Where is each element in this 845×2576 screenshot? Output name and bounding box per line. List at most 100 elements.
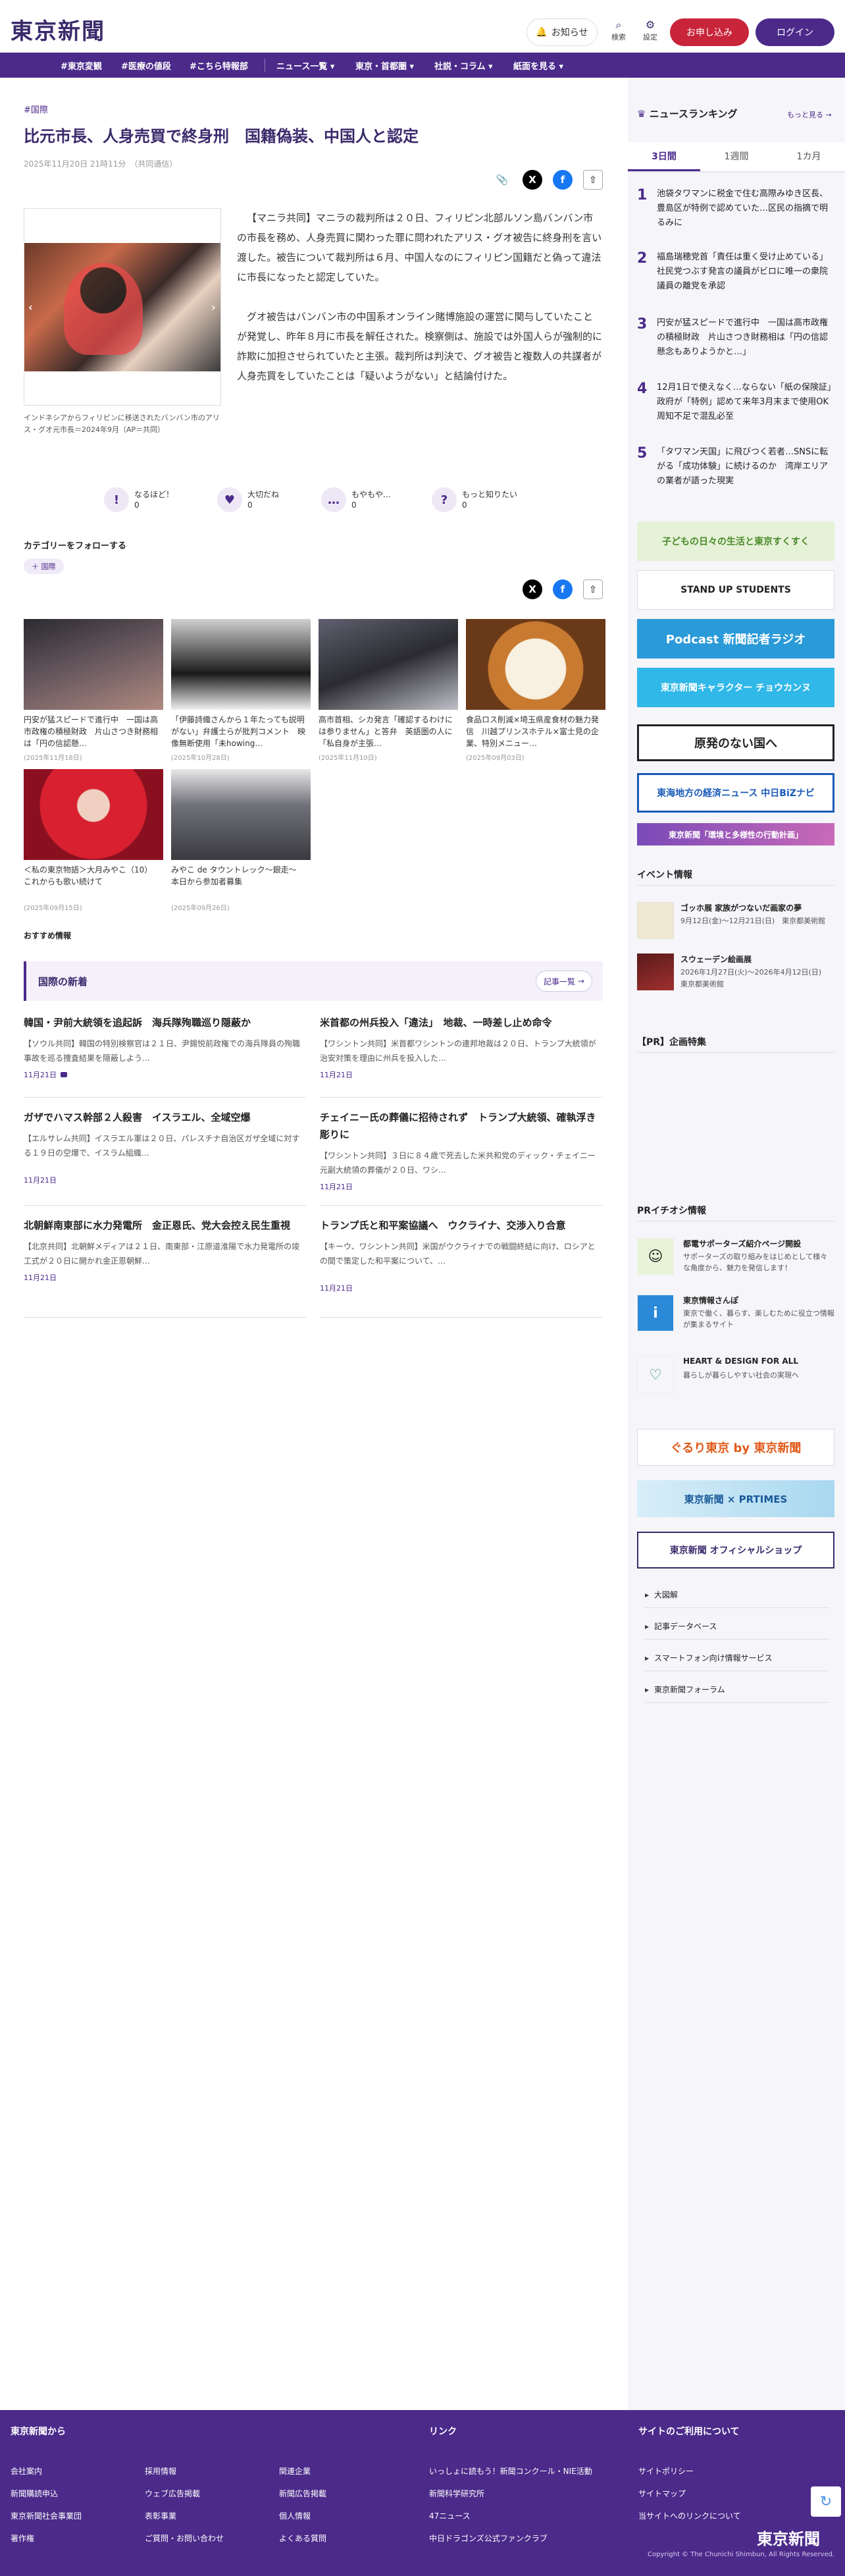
footer-link[interactable]: ご質問・お問い合わせ <box>145 2533 224 2544</box>
related-card[interactable]: みやこ de タウントレック〜銀走〜 本日から参加者募集 (2025年09月26日… <box>171 769 311 912</box>
pr-pickup-title: PRイチオシ情報 <box>637 1206 707 1216</box>
banner-chokanu[interactable]: 東京新聞キャラクター チョウカンヌ <box>637 668 834 707</box>
footer-link[interactable]: 表彰事業 <box>145 2510 176 2521</box>
footer-link[interactable]: サイトマップ <box>638 2488 686 2499</box>
footer-link[interactable]: 個人情報 <box>279 2510 311 2521</box>
related-card[interactable]: 円安が猛スピードで進行中 一国は高市政権の積極財政 片山さつき財務相は「円の信認… <box>24 619 163 762</box>
tab-1month[interactable]: 1カ月 <box>773 142 845 171</box>
footer-link[interactable]: 中日ドラゴンズ公式ファンクラブ <box>429 2533 548 2544</box>
ranking-more-link[interactable]: もっと見る → <box>787 109 832 120</box>
banner-gururi-tokyo[interactable]: ぐるり東京 by 東京新聞 <box>637 1429 834 1466</box>
related-card[interactable]: 高市首相、シカ発言「確認するわけには参りません」と答弁 英語圏の人に「私自身が主… <box>319 619 458 762</box>
banner-environment[interactable]: 東京新聞「環境と多様性の行動計画」 <box>637 823 834 845</box>
next-photo-icon[interactable]: › <box>211 301 216 313</box>
notice-button[interactable]: 🔔 お知らせ <box>526 18 598 46</box>
banner-podcast[interactable]: Podcast 新聞記者ラジオ <box>637 619 834 658</box>
article-date: 2025年11月20日 21時11分 （共同通信） <box>24 159 178 169</box>
nav-item-tokyo-region[interactable]: 東京・首都圏 ▾ <box>355 59 414 72</box>
event-item[interactable]: ゴッホ展 家族がつないだ画家の夢 9月12日(金)〜12月21日(日) 東京都美術… <box>637 902 834 946</box>
footer-link[interactable]: 当サイトへのリンクについて <box>638 2510 741 2521</box>
news-item[interactable]: 韓国・尹前大統領を追起訴 海兵隊殉職巡り隠蔽か 【ソウル共同】韓国の特別検察官は… <box>24 1014 307 1080</box>
footer-logo[interactable]: 東京新聞 <box>757 2526 820 2549</box>
nav-item-news-list[interactable]: ニュース一覧 ▾ <box>276 59 334 72</box>
follow-tag-button[interactable]: ＋ 国際 <box>24 558 64 574</box>
footer-link[interactable]: 新聞科学研究所 <box>429 2488 484 2499</box>
footer-link[interactable]: サイトポリシー <box>638 2465 694 2477</box>
x-share-icon[interactable]: X <box>523 170 542 190</box>
reaction-moyamoya[interactable]: … もやもや… 0 <box>321 487 391 512</box>
divider <box>24 1097 307 1098</box>
nav-item-editorial[interactable]: 社説・コラム ▾ <box>434 59 493 72</box>
related-card[interactable]: 「伊藤詩織さんから１年たっても説明がない」弁護士らが批判コメント 映像無断使用「… <box>171 619 311 762</box>
recommend-label: おすすめ情報 <box>24 931 72 940</box>
ranking-tabs: 3日間 1週間 1カ月 <box>628 142 845 173</box>
facebook-share-icon[interactable]: f <box>553 579 573 599</box>
article-photo-frame: ‹ › <box>24 208 221 406</box>
prev-photo-icon[interactable]: ‹ <box>28 301 33 313</box>
facebook-share-icon[interactable]: f <box>553 170 573 190</box>
banner-bizunavi[interactable]: 東海地方の経済ニュース 中日BiZナビ <box>637 773 834 813</box>
footer-link[interactable]: 東京新聞社会事業団 <box>11 2510 82 2521</box>
sidebar-link[interactable]: スマートフォン向け情報サービス <box>645 1645 829 1671</box>
intl-more-button[interactable]: 記事一覧 → <box>536 971 592 992</box>
tab-1week[interactable]: 1週間 <box>700 142 773 171</box>
nav-item-tokuhobu[interactable]: #こちら特報部 <box>190 59 248 72</box>
event-thumb <box>637 953 674 990</box>
footer-link[interactable]: 採用情報 <box>145 2465 176 2477</box>
article-photo[interactable] <box>24 243 220 371</box>
premium-icon <box>61 1072 67 1077</box>
crown-icon: ♛ <box>637 108 646 120</box>
nav-item-medical[interactable]: #医療の値段 <box>121 59 171 72</box>
news-item[interactable]: ガザでハマス幹部２人殺害 イスラエル、全域空爆 【エルサレム共同】イスラエル軍は… <box>24 1109 307 1185</box>
heart-design-icon: ♡ <box>637 1356 674 1393</box>
intl-news-header: 国際の新着 記事一覧 → <box>24 961 603 1001</box>
news-item[interactable]: トランプ氏と和平案協議へ ウクライナ、交渉入り合意 【キーウ、ワシントン共同】米… <box>320 1217 603 1293</box>
pr-item[interactable]: i 東京情報さんぽ 東京で働く、暮らす、楽しむために役立つ情報が集まるサイト <box>637 1295 834 1335</box>
share-icon[interactable]: ⇧ <box>583 170 603 190</box>
footer-link[interactable]: 関連企業 <box>279 2465 311 2477</box>
tab-3days[interactable]: 3日間 <box>628 142 700 171</box>
footer-link[interactable]: 新聞広告掲載 <box>279 2488 326 2499</box>
subscribe-button[interactable]: お申し込み <box>670 18 749 46</box>
reaction-motto[interactable]: ? もっと知りたい 0 <box>432 487 517 512</box>
pr-item[interactable]: ♡ HEART & DESIGN FOR ALL 暮らしが暮らしやすい社会の実現へ <box>637 1356 834 1397</box>
sidebar-link[interactable]: 大図解 <box>645 1582 829 1608</box>
event-item[interactable]: スウェーデン絵画展 2026年1月27日(火)〜2026年4月12日(日) 東京都… <box>637 953 834 997</box>
footer-link[interactable]: よくある質問 <box>279 2533 326 2544</box>
news-item[interactable]: 北朝鮮南東部に水力発電所 金正恩氏、党大会控え民生重視 【北京共同】北朝鮮メディ… <box>24 1217 307 1283</box>
search-button[interactable]: ⌕ 検索 <box>604 18 633 42</box>
banner-official-shop[interactable]: 東京新聞 オフィシャルショップ <box>637 1532 834 1569</box>
nav-item-tokyo[interactable]: #東京変観 <box>61 59 102 72</box>
heart-icon: ♥ <box>217 487 242 512</box>
banner-sukusuku[interactable]: 子どもの日々の生活と東京すくすく <box>637 522 834 561</box>
divider <box>320 1097 603 1098</box>
news-item[interactable]: 米首都の州兵投入「違法」 地裁、一時差し止め命令 【ワシントン共同】米首都ワシン… <box>320 1014 603 1080</box>
footer-link[interactable]: 新聞購読申込 <box>11 2488 58 2499</box>
site-logo[interactable]: 東京新聞 <box>11 13 105 45</box>
reaction-naruhodo[interactable]: ! なるほど！ 0 <box>104 487 174 512</box>
login-button[interactable]: ログイン <box>755 18 834 46</box>
pr-item[interactable]: ☺ 都電サポーターズ紹介ページ開設 サポーターズの取り組みをはじめとして様々な角度… <box>637 1238 834 1279</box>
footer-link[interactable]: 著作権 <box>11 2533 34 2544</box>
footer-link[interactable]: 47ニュース <box>429 2510 471 2521</box>
banner-prtimes[interactable]: 東京新聞 × PRTIMES <box>637 1480 834 1517</box>
footer-link[interactable]: 会社案内 <box>11 2465 42 2477</box>
nav-item-paper[interactable]: 紙面を見る ▾ <box>513 59 563 72</box>
banner-stand-up-students[interactable]: STAND UP STUDENTS <box>637 570 834 610</box>
clip-icon[interactable]: 📎 <box>492 170 512 190</box>
footer-link[interactable]: いっしょに読もう！新聞コンクール・NIE活動 <box>429 2465 592 2477</box>
related-card[interactable]: ＜私の東京物語＞大月みやこ（10） これからも歌い続けて (2025年09月15日… <box>24 769 163 912</box>
x-share-icon[interactable]: X <box>523 579 542 599</box>
article-category[interactable]: #国際 <box>24 103 48 115</box>
banner-genpatsu[interactable]: 原発のない国へ <box>637 724 834 761</box>
share-icon[interactable]: ⇧ <box>583 579 603 599</box>
question-icon: ? <box>432 487 457 512</box>
reaction-taisetsu[interactable]: ♥ 大切だね 0 <box>217 487 279 512</box>
news-item[interactable]: チェイニー氏の葬儀に招待されず トランプ大統領、確執浮き彫りに 【ワシントン共同… <box>320 1109 603 1192</box>
sidebar-link[interactable]: 東京新聞フォーラム <box>645 1677 829 1703</box>
related-thumb <box>171 769 311 860</box>
related-card[interactable]: 食品ロス削減×埼玉県産食材の魅力発信 川越プリンスホテル×富士見の企業、特別メニ… <box>466 619 605 762</box>
footer-link[interactable]: ウェブ広告掲載 <box>145 2488 200 2499</box>
settings-button[interactable]: ⚙ 設定 <box>636 18 665 42</box>
sidebar-link[interactable]: 記事データベース <box>645 1613 829 1640</box>
